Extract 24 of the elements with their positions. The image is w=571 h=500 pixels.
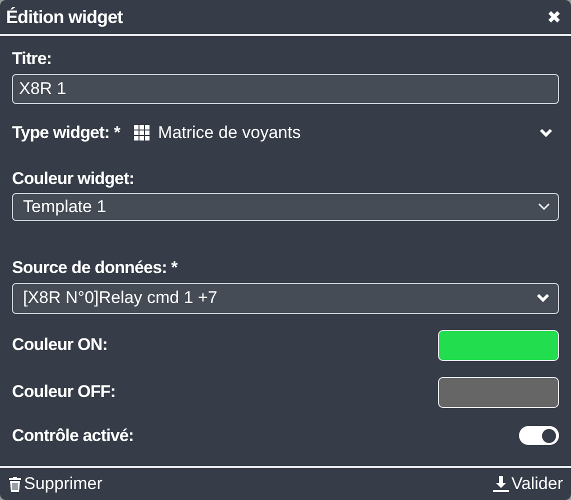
chevron-down-icon [536, 293, 550, 303]
color-swatch[interactable] [438, 376, 559, 408]
field-label: Contrôle activé: [12, 424, 134, 447]
download-icon [493, 476, 510, 492]
field-label: Couleur widget: [12, 168, 136, 190]
input-field[interactable]: X8R 1 [12, 74, 559, 104]
grid-icon [134, 124, 150, 140]
field-label: Couleur ON: [12, 334, 108, 356]
color-swatch[interactable] [438, 330, 559, 360]
select-field[interactable]: [X8R N°0]Relay cmd 1 +7 [12, 282, 559, 314]
chevron-down-icon [539, 128, 553, 138]
delete-button[interactable]: Supprimer [8, 471, 102, 497]
select-field[interactable]: Template 1 [12, 193, 559, 221]
field-label: Couleur OFF: [12, 381, 116, 404]
field-label: Titre: [12, 48, 53, 70]
type-dropdown[interactable]: Matrice de voyants [134, 120, 559, 146]
chevron-down-icon [538, 203, 550, 211]
window-title: Édition widget [6, 6, 123, 29]
submit-button[interactable]: Valider [493, 471, 563, 497]
field-label: Type widget: * [12, 122, 120, 144]
trash-icon [8, 476, 22, 492]
toggle-switch[interactable] [519, 426, 559, 445]
close-button[interactable]: ✖ [543, 8, 565, 26]
field-label: Source de données: * [12, 257, 179, 279]
